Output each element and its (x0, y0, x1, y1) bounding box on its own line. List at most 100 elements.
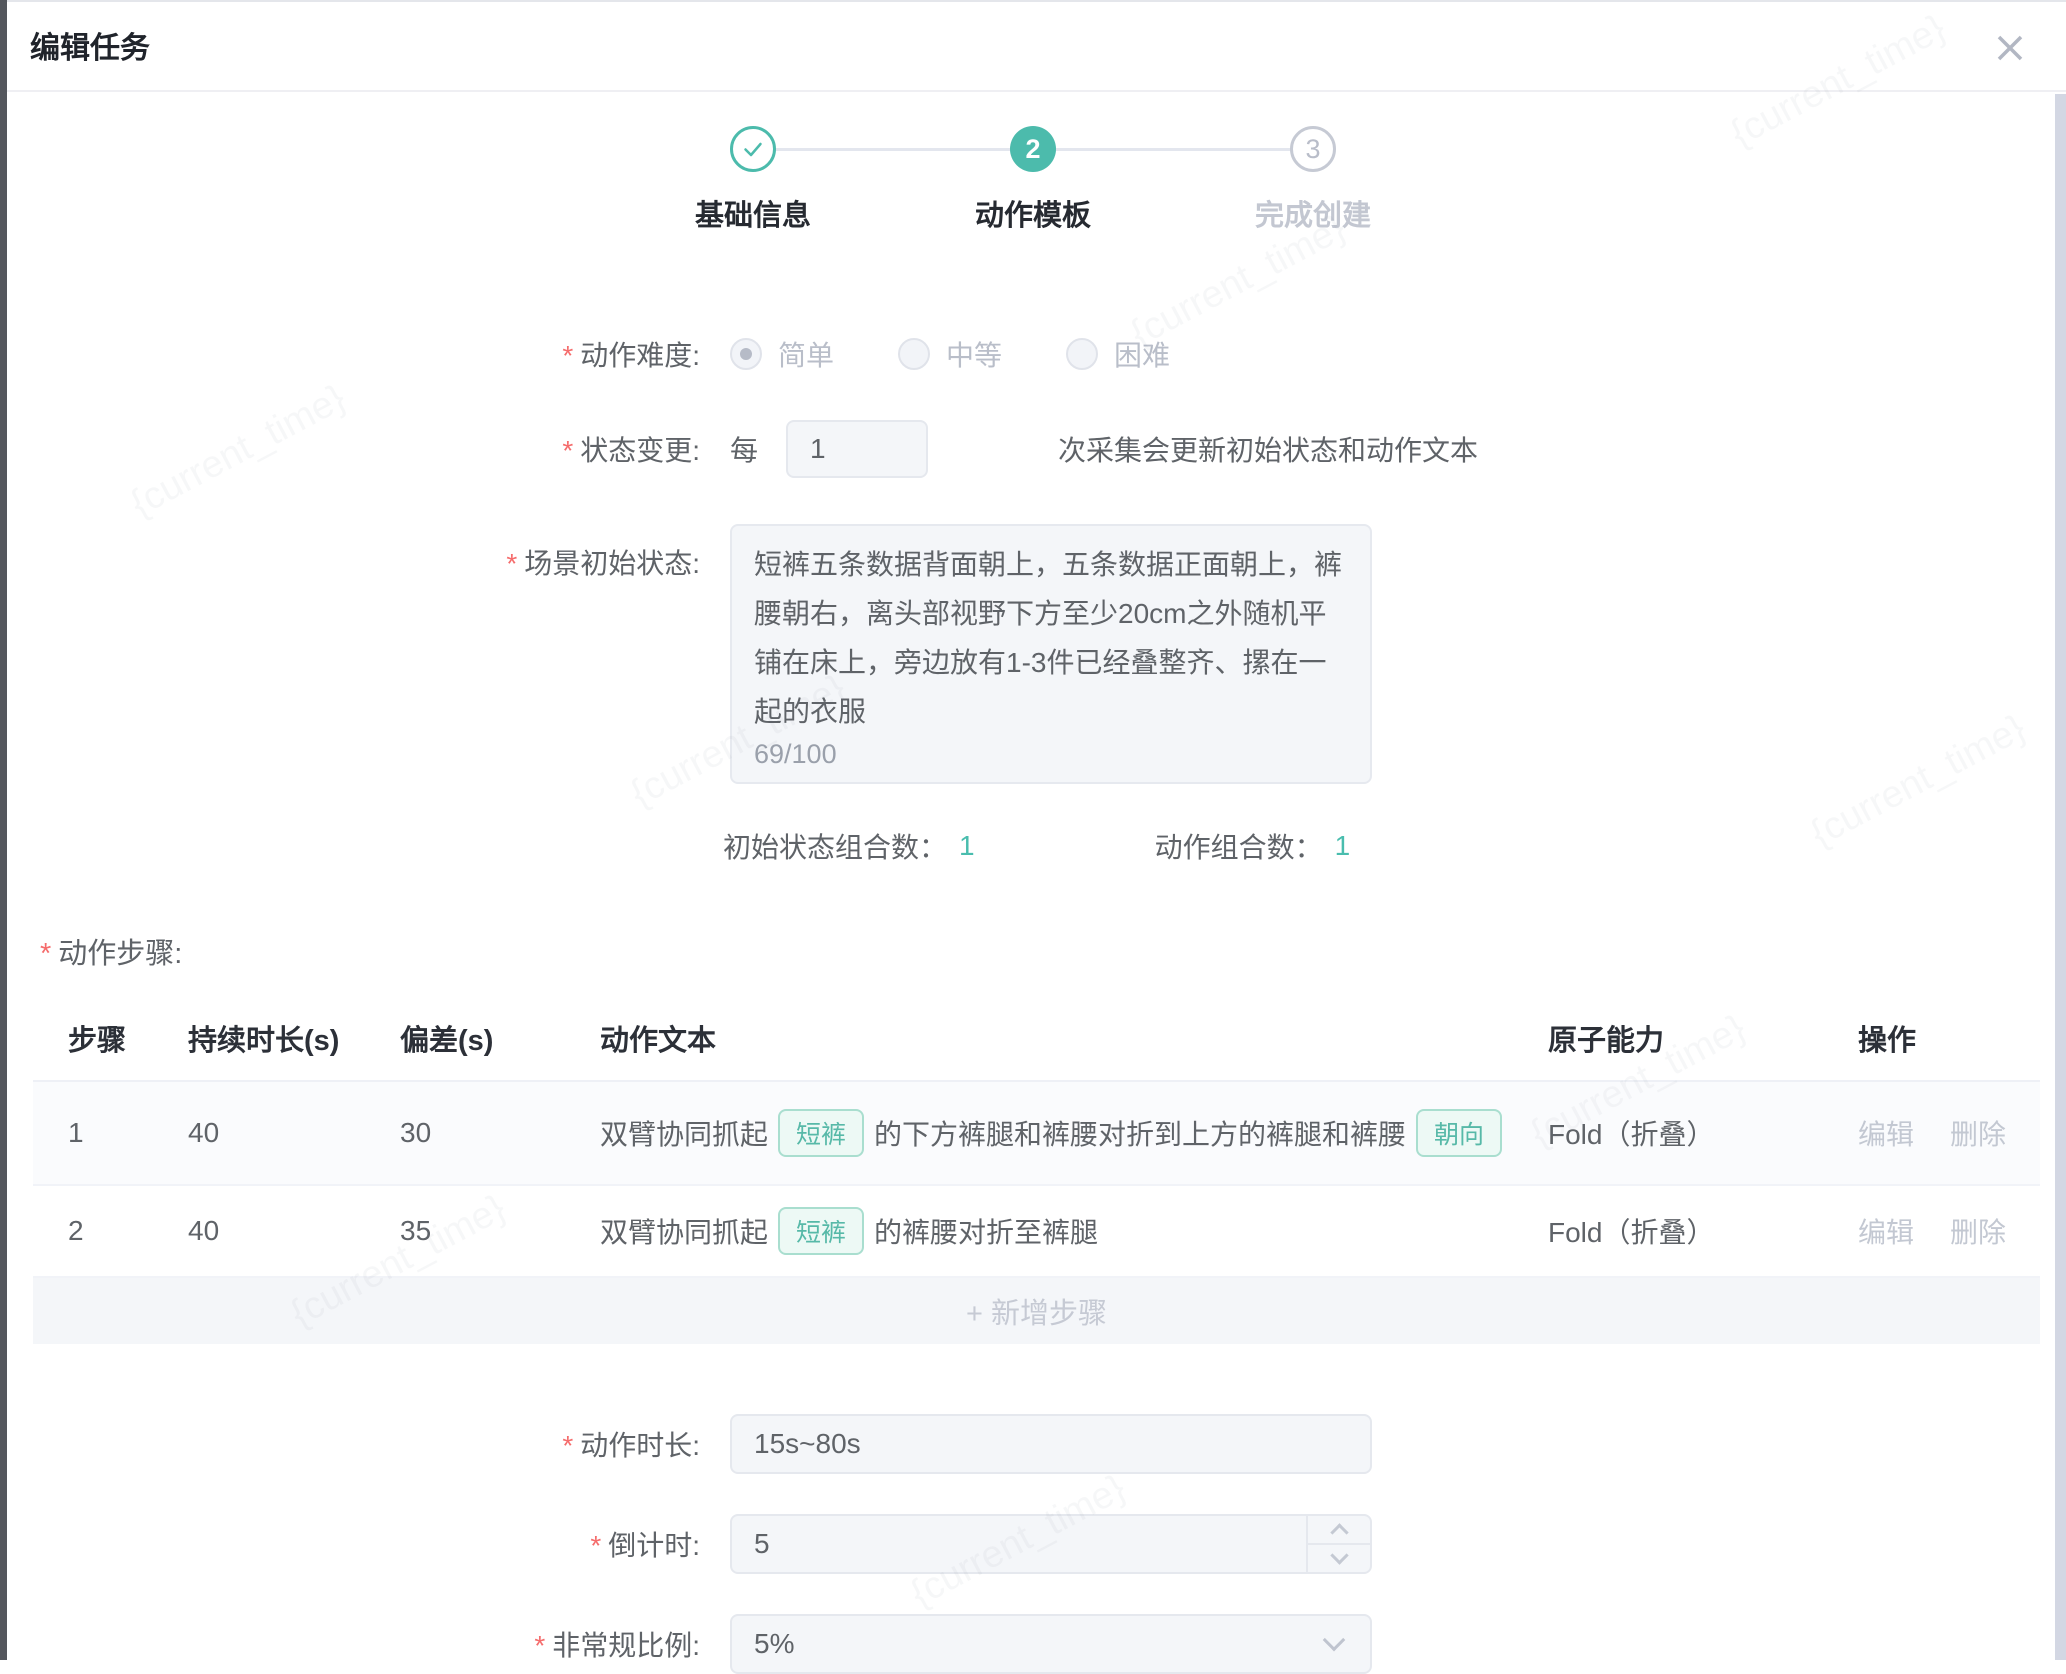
chevron-down-icon (1330, 1546, 1348, 1564)
action-text-part: 双臂协同抓起 (600, 1211, 768, 1251)
header-duration: 持续时长(s) (188, 1017, 400, 1059)
radio-circle-easy (730, 338, 762, 370)
object-tag: 短裤 (778, 1109, 864, 1157)
header-step: 步骤 (68, 1017, 188, 1059)
table-row: 1 40 30 双臂协同抓起 短裤 的下方裤腿和裤腰对折到上方的裤腿和裤腰 朝向… (33, 1082, 2040, 1186)
unusual-ratio-label: *非常规比例: (0, 1624, 700, 1664)
increase-button[interactable] (1308, 1516, 1370, 1545)
step-action-template: 2 动作模板 (893, 126, 1173, 234)
step-finish-create: 3 完成创建 (1173, 126, 1453, 234)
step-3-circle: 3 (1290, 126, 1336, 172)
cell-action-text: 双臂协同抓起 短裤 的裤腰对折至裤腿 (600, 1207, 1548, 1255)
initial-state-row: *场景初始状态: 短裤五条数据背面朝上，五条数据正面朝上，裤腰朝右，离头部视野下… (0, 524, 2066, 784)
edit-link[interactable]: 编辑 (1858, 1211, 1914, 1251)
action-duration-row: *动作时长: 15s~80s (0, 1414, 2066, 1474)
step-1-circle (730, 126, 776, 172)
radio-circle-hard (1066, 338, 1098, 370)
header-operations: 操作 (1858, 1017, 2035, 1059)
cell-atomic-ability: Fold（折叠） (1548, 1211, 1858, 1251)
action-steps-table: 步骤 持续时长(s) 偏差(s) 动作文本 原子能力 操作 1 40 30 双臂… (33, 996, 2040, 1344)
action-combo-value: 1 (1335, 830, 1351, 862)
check-icon (740, 136, 766, 162)
initial-combo-label: 初始状态组合数： (723, 826, 947, 866)
action-duration-input[interactable]: 15s~80s (730, 1414, 1372, 1474)
add-step-button[interactable]: + 新增步骤 (33, 1278, 2040, 1344)
radio-label-easy: 简单 (778, 334, 834, 374)
radio-medium[interactable]: 中等 (898, 334, 1002, 374)
action-combo-label: 动作组合数： (1155, 826, 1323, 866)
chevron-up-icon (1330, 1523, 1348, 1541)
initial-combo-value: 1 (959, 830, 975, 862)
char-counter: 69/100 (754, 739, 837, 770)
difficulty-row: *动作难度: 简单 中等 困难 (0, 334, 2066, 374)
edit-link[interactable]: 编辑 (1858, 1113, 1914, 1153)
radio-label-medium: 中等 (946, 334, 1002, 374)
state-change-row: *状态变更: 每 1 次采集会更新初始状态和动作文本 (0, 420, 2066, 478)
action-text-part: 双臂协同抓起 (600, 1113, 768, 1153)
required-mark: * (562, 340, 573, 371)
required-mark: * (506, 548, 517, 579)
scrollbar[interactable] (2055, 94, 2066, 1660)
required-mark: * (534, 1630, 545, 1661)
header-deviation: 偏差(s) (400, 1017, 600, 1059)
cell-atomic-ability: Fold（折叠） (1548, 1113, 1858, 1153)
required-mark: * (562, 435, 573, 466)
cell-step: 2 (68, 1215, 188, 1247)
header-action-text: 动作文本 (600, 1017, 1548, 1059)
difficulty-radio-group: 简单 中等 困难 (730, 334, 1234, 374)
required-mark: * (40, 938, 51, 970)
close-button[interactable] (1988, 26, 2032, 70)
countdown-input[interactable]: 5 (730, 1514, 1372, 1574)
delete-link[interactable]: 删除 (1950, 1211, 2006, 1251)
initial-state-value: 短裤五条数据背面朝上，五条数据正面朝上，裤腰朝右，离头部视野下方至少20cm之外… (754, 540, 1348, 736)
cell-step: 1 (68, 1117, 188, 1149)
action-text-part: 的下方裤腿和裤腰对折到上方的裤腿和裤腰 (874, 1113, 1406, 1153)
cell-deviation: 30 (400, 1117, 600, 1149)
radio-circle-medium (898, 338, 930, 370)
dialog-title: 编辑任务 (30, 23, 150, 67)
combo-counts-row: 初始状态组合数： 1 动作组合数： 1 (723, 826, 2066, 866)
background-top-edge (0, 0, 2066, 2)
required-mark: * (590, 1530, 601, 1561)
step-1-label: 基础信息 (695, 192, 811, 234)
countdown-value: 5 (754, 1528, 770, 1560)
countdown-label: *倒计时: (0, 1524, 700, 1564)
background-left-edge (0, 0, 7, 1660)
action-duration-label: *动作时长: (0, 1424, 700, 1464)
object-tag: 短裤 (778, 1207, 864, 1255)
step-2-circle: 2 (1010, 126, 1056, 172)
add-step-label: + 新增步骤 (966, 1290, 1107, 1332)
dialog-body: 基础信息 2 动作模板 3 完成创建 *动作难度: 简单 中等 困难 (0, 126, 2066, 1674)
radio-hard[interactable]: 困难 (1066, 334, 1170, 374)
cell-duration: 40 (188, 1117, 400, 1149)
countdown-row: *倒计时: 5 (0, 1514, 2066, 1574)
orientation-tag: 朝向 (1416, 1109, 1502, 1157)
unusual-ratio-value: 5% (754, 1628, 794, 1660)
initial-state-textarea[interactable]: 短裤五条数据背面朝上，五条数据正面朝上，裤腰朝右，离头部视野下方至少20cm之外… (730, 524, 1372, 784)
cell-operations: 编辑 删除 (1858, 1113, 2035, 1153)
stepper: 基础信息 2 动作模板 3 完成创建 (613, 126, 1453, 234)
cell-action-text: 双臂协同抓起 短裤 的下方裤腿和裤腰对折到上方的裤腿和裤腰 朝向 (600, 1109, 1548, 1157)
delete-link[interactable]: 删除 (1950, 1113, 2006, 1153)
step-2-label: 动作模板 (975, 192, 1091, 234)
initial-state-label: *场景初始状态: (0, 524, 700, 582)
difficulty-label: *动作难度: (0, 334, 700, 374)
header-atomic-ability: 原子能力 (1548, 1017, 1858, 1059)
cell-duration: 40 (188, 1215, 400, 1247)
table-header-row: 步骤 持续时长(s) 偏差(s) 动作文本 原子能力 操作 (33, 996, 2040, 1082)
decrease-button[interactable] (1308, 1545, 1370, 1572)
radio-easy[interactable]: 简单 (730, 334, 834, 374)
cell-deviation: 35 (400, 1215, 600, 1247)
close-icon (1992, 30, 2028, 66)
state-change-label: *状态变更: (0, 429, 700, 469)
state-change-input[interactable]: 1 (786, 420, 928, 478)
step-3-label: 完成创建 (1255, 192, 1371, 234)
number-spinner (1306, 1516, 1370, 1572)
required-mark: * (562, 1430, 573, 1461)
state-change-value: 1 (810, 433, 826, 465)
action-duration-value: 15s~80s (754, 1428, 861, 1460)
radio-label-hard: 困难 (1114, 334, 1170, 374)
unusual-ratio-select[interactable]: 5% (730, 1614, 1372, 1674)
state-change-suffix: 次采集会更新初始状态和动作文本 (1058, 429, 1478, 469)
unusual-ratio-row: *非常规比例: 5% (0, 1614, 2066, 1674)
